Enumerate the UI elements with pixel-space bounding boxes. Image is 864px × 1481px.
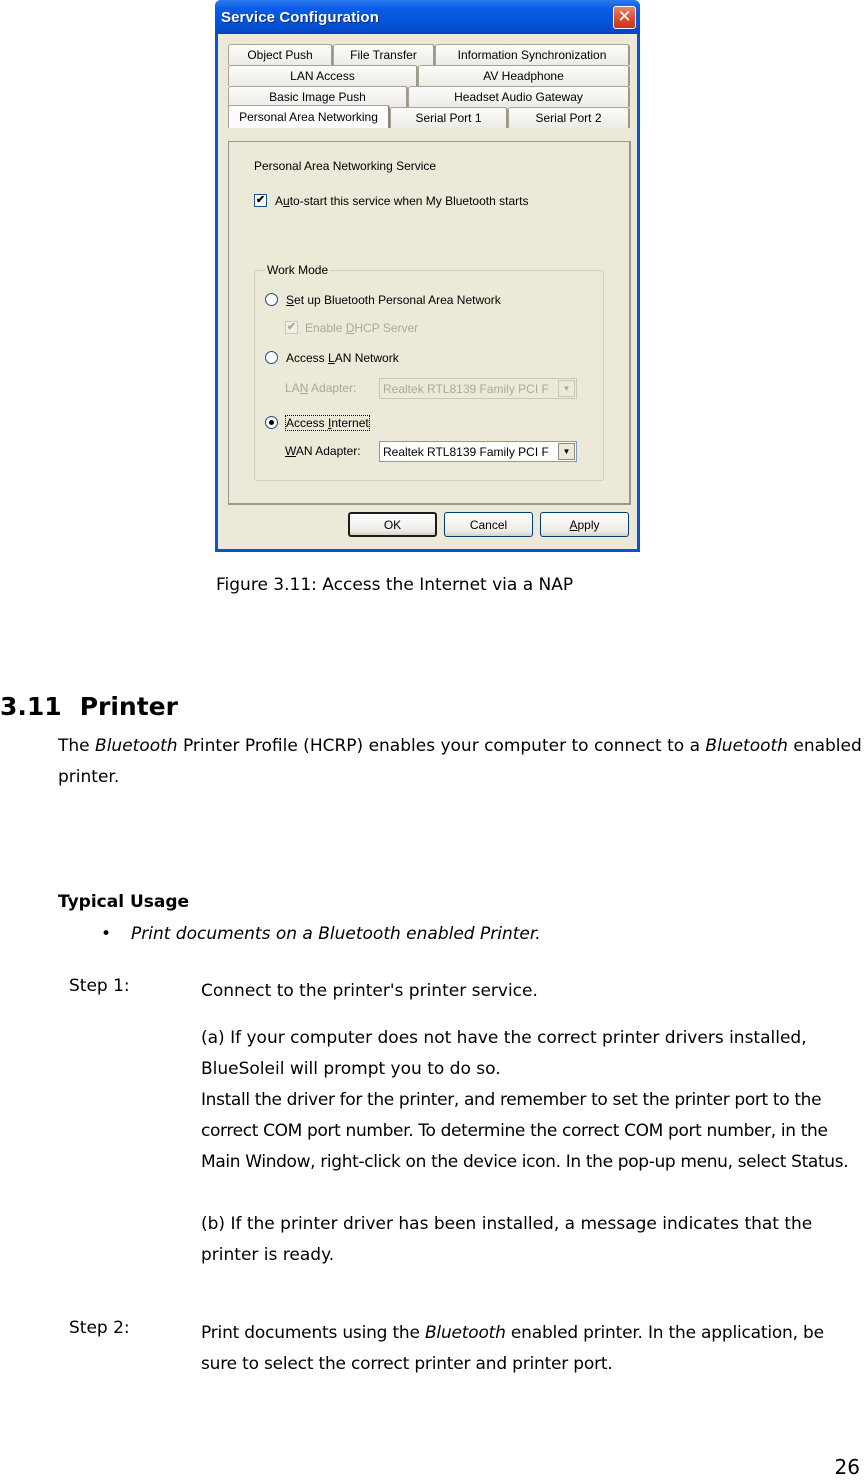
dropdown-arrow-icon[interactable]: ▼ [558, 380, 575, 397]
usage-bullet: • Print documents on a Bluetooth enabled … [101, 924, 541, 944]
wan-adapter-rest: AN Adapter: [295, 444, 361, 458]
radio-access-lan-label[interactable]: Access LAN Network [286, 351, 399, 365]
step-1-label: Step 1: [69, 976, 130, 996]
step-1-sub-b: (b) If the printer driver has been insta… [201, 1214, 813, 1265]
service-configuration-dialog: Service Configuration ✕ Object Push File… [215, 0, 640, 552]
cancel-button[interactable]: Cancel [444, 512, 533, 537]
tab-row-2: LAN Access AV Headphone [228, 65, 630, 86]
access-lan-prefix: Access [286, 351, 329, 365]
tab-serial-port-1[interactable]: Serial Port 1 [390, 107, 508, 128]
section-number: 3.11 [0, 692, 62, 721]
tab-serial-port-2[interactable]: Serial Port 2 [508, 107, 630, 128]
typical-usage-heading: Typical Usage [58, 892, 190, 912]
tab-object-push[interactable]: Object Push [228, 44, 333, 65]
radio-selected-dot [269, 420, 274, 425]
access-internet-prefix: Access [286, 416, 329, 430]
tab-row-3: Basic Image Push Headset Audio Gateway [228, 86, 630, 107]
service-heading: Personal Area Networking Service [254, 159, 437, 173]
apply-button[interactable]: Apply [540, 512, 629, 537]
enable-dhcp-label: Enable DHCP Server [305, 321, 418, 335]
step-2-text-part: Print documents using the [201, 1323, 425, 1343]
dialog-client-area: Object Push File Transfer Information Sy… [218, 34, 637, 549]
radio-access-lan[interactable] [265, 351, 278, 364]
lan-adapter-select[interactable]: Realtek RTL8139 Family PCI F ▼ [379, 378, 577, 399]
wan-adapter-label: WAN Adapter: [285, 444, 361, 458]
step-1-text: Connect to the printer's printer service… [201, 981, 538, 1001]
bullet-icon: • [101, 924, 112, 944]
step-2-text: Print documents using the Bluetooth enab… [201, 1318, 864, 1380]
ok-label: OK [383, 517, 402, 532]
apply-mnemonic: A [569, 517, 578, 532]
wan-adapter-select[interactable]: Realtek RTL8139 Family PCI F ▼ [379, 441, 577, 462]
tab-strip: Object Push File Transfer Information Sy… [228, 44, 630, 128]
intro-italic: Bluetooth [705, 736, 788, 756]
lan-adapter-prefix: LA [285, 381, 300, 395]
intro-italic: Bluetooth [95, 736, 178, 756]
step-2-italic: Bluetooth [424, 1323, 506, 1343]
bullet-text: Print documents on a Bluetooth enabled P… [131, 924, 541, 944]
setup-pan-mnemonic: S [286, 293, 295, 307]
tab-information-synchronization[interactable]: Information Synchronization [435, 44, 630, 65]
lan-adapter-value: Realtek RTL8139 Family PCI F [383, 381, 549, 396]
tab-panel-pan: Personal Area Networking Service ✔ Auto-… [228, 141, 631, 505]
dialog-title: Service Configuration [221, 8, 379, 26]
ok-button[interactable]: OK [348, 512, 437, 537]
access-internet-rest: nternet [331, 416, 369, 430]
close-icon: ✕ [617, 6, 632, 27]
autostart-checkbox[interactable]: ✔ [254, 194, 267, 207]
close-button[interactable]: ✕ [613, 5, 636, 29]
tab-file-transfer[interactable]: File Transfer [333, 44, 435, 65]
dhcp-rest: HCP Server [354, 321, 419, 335]
step-1-sub-a-install: Install the driver for the printer, and … [201, 1090, 849, 1172]
dropdown-arrow-icon[interactable]: ▼ [558, 443, 575, 460]
step-1-sub-a: (a) If your computer does not have the c… [201, 1028, 807, 1079]
lan-adapter-label: LAN Adapter: [285, 381, 356, 395]
wan-adapter-mnemonic: W [285, 444, 296, 458]
autostart-label-prefix: A [275, 194, 284, 208]
wan-adapter-value: Realtek RTL8139 Family PCI F [383, 444, 549, 459]
radio-access-internet-label[interactable]: Access Internet [285, 415, 370, 431]
enable-dhcp-checkbox[interactable]: ✔ [285, 321, 298, 334]
intro-text: The [58, 736, 96, 756]
radio-setup-pan[interactable] [265, 293, 278, 306]
access-lan-rest: AN Network [334, 351, 399, 365]
autostart-label-rest: to-start this service when My Bluetooth … [289, 194, 529, 208]
checkmark-icon: ✔ [286, 321, 297, 333]
cancel-label: Cancel [469, 517, 508, 532]
section-heading: 3.11 Printer [0, 692, 178, 721]
page-number: 26 [834, 1455, 860, 1479]
tab-headset-audio-gateway[interactable]: Headset Audio Gateway [408, 86, 630, 107]
tab-lan-access[interactable]: LAN Access [228, 65, 418, 86]
figure-caption: Figure 3.11: Access the Internet via a N… [216, 575, 574, 595]
intro-paragraph: The Bluetooth Printer Profile (HCRP) ena… [58, 731, 864, 793]
work-mode-group: Work Mode Set up Bluetooth Personal Area… [254, 263, 604, 481]
tab-basic-image-push[interactable]: Basic Image Push [228, 86, 408, 107]
tab-av-headphone[interactable]: AV Headphone [418, 65, 630, 86]
autostart-label[interactable]: Auto-start this service when My Bluetoot… [275, 194, 528, 208]
tab-personal-area-networking[interactable]: Personal Area Networking [228, 105, 390, 128]
tab-row-1: Object Push File Transfer Information Sy… [228, 44, 630, 65]
work-mode-legend: Work Mode [265, 263, 331, 277]
section-title: Printer [79, 692, 178, 721]
title-bar[interactable]: Service Configuration ✕ [215, 0, 640, 34]
checkmark-icon: ✔ [255, 194, 266, 206]
apply-rest: pply [577, 517, 600, 532]
autostart-label-mnemonic: u [283, 194, 290, 208]
dhcp-prefix: Enable [305, 321, 346, 335]
intro-text: Printer Profile (HCRP) enables your comp… [177, 736, 706, 756]
radio-access-internet[interactable] [265, 416, 278, 429]
step-2-label: Step 2: [69, 1318, 130, 1338]
tab-row-4: Personal Area Networking Serial Port 1 S… [228, 105, 630, 128]
lan-adapter-rest: Adapter: [308, 381, 357, 395]
setup-pan-rest: et up Bluetooth Personal Area Network [294, 293, 501, 307]
radio-setup-pan-label[interactable]: Set up Bluetooth Personal Area Network [286, 293, 501, 307]
access-lan-mnemonic: L [328, 351, 335, 365]
